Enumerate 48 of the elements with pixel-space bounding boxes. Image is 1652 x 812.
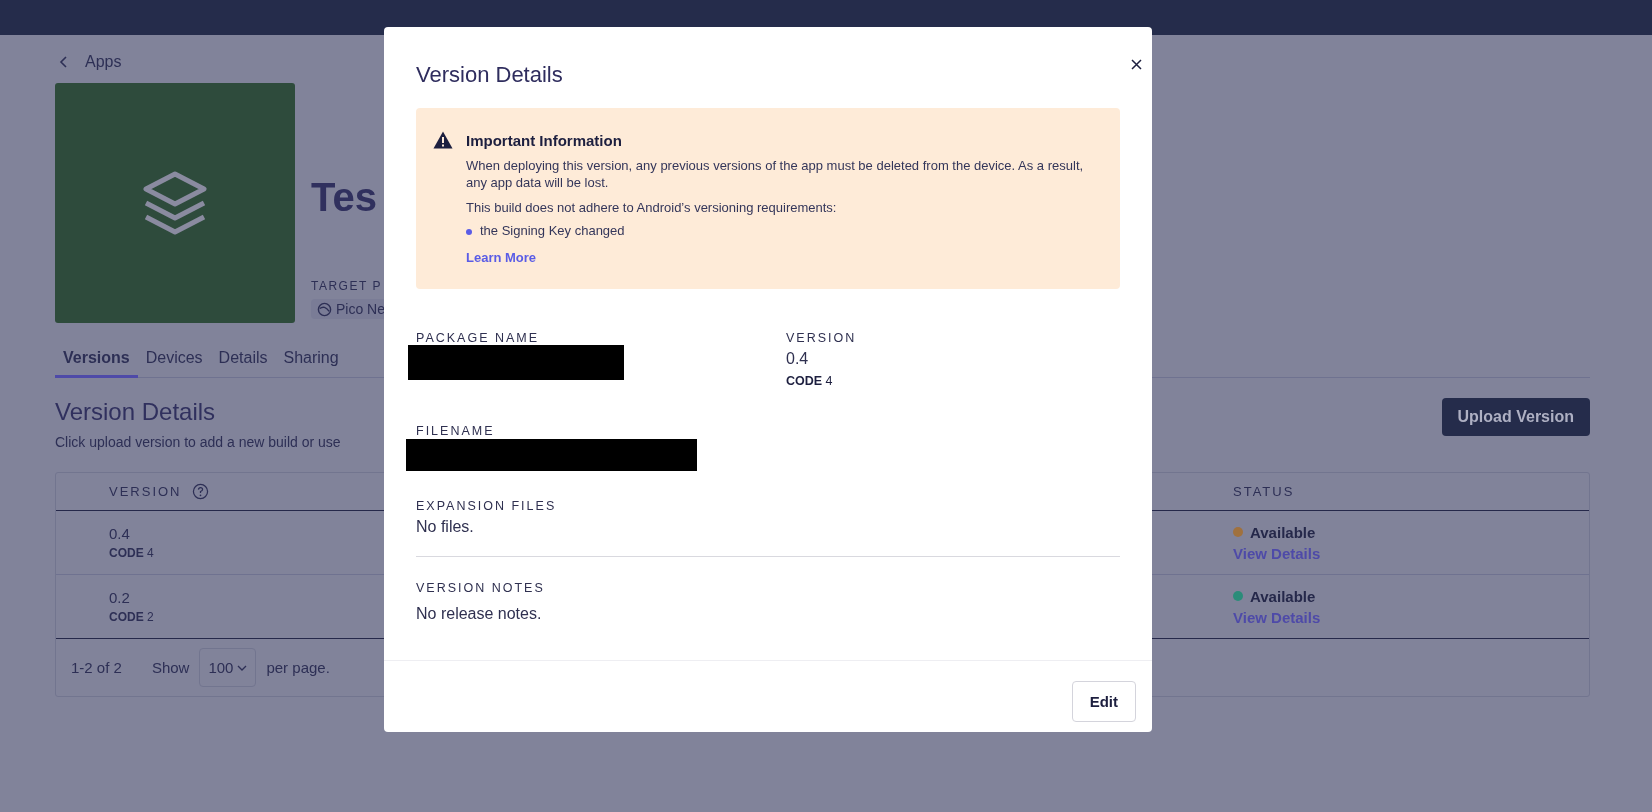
tab[interactable]: Devices — [137, 343, 211, 378]
field-label: PACKAGE NAME — [416, 331, 541, 345]
version-number: 0.2 — [109, 589, 130, 606]
tab[interactable]: Versions — [55, 343, 138, 378]
view-details-link[interactable]: View Details — [1233, 608, 1321, 626]
caret-icon — [237, 664, 248, 671]
section-title: Version Details — [55, 398, 217, 426]
view-details-link[interactable]: View Details — [1233, 544, 1321, 562]
show-label: Show — [151, 659, 190, 676]
warning-text: This build does not adhere to Android’s versioning requirements: — [466, 199, 838, 216]
field-label: FILENAME — [416, 424, 496, 438]
version-code: CODE 4 — [109, 546, 154, 560]
field-label: VERSION — [786, 331, 858, 345]
warning-icon — [433, 131, 453, 149]
warning-text: When deploying this version, any previous versions of the app must be deleted from the device. As a result, any app data will be lost. — [466, 157, 1085, 191]
status-text: Available — [1250, 587, 1316, 605]
version-value: 0.4 — [786, 350, 810, 368]
bullet-dot — [466, 229, 472, 235]
tab[interactable]: Details — [210, 343, 276, 378]
version-code: CODE 2 — [109, 610, 154, 624]
warning-title: Important Information — [466, 132, 623, 149]
field-label: VERSION NOTES — [416, 581, 546, 595]
tab[interactable]: Sharing — [275, 343, 347, 378]
version-code: CODE 4 — [786, 374, 834, 388]
column-header: STATUS — [1233, 484, 1295, 499]
column-header: VERSION — [109, 484, 182, 499]
per-page-label: per page. — [266, 659, 330, 676]
version-notes-value: No release notes. — [416, 605, 543, 623]
learn-more-link[interactable]: Learn More — [466, 250, 1102, 265]
edit-button[interactable]: Edit — [1071, 681, 1136, 722]
layers-icon — [142, 170, 208, 236]
target-label: TARGET P — [311, 279, 383, 293]
close-icon[interactable] — [1131, 59, 1142, 70]
section-description: Click upload version to add a new build or use — [55, 434, 341, 450]
app-title: Tes — [311, 175, 378, 221]
status-text: Available — [1250, 523, 1316, 541]
version-number: 0.4 — [109, 525, 130, 542]
per-page-select[interactable]: 100 — [199, 648, 257, 687]
dialog-title: Version Details — [416, 62, 563, 88]
bullet-text: the Signing Key changed — [480, 223, 625, 238]
expansion-files-value: No files. — [416, 518, 475, 536]
field-label: EXPANSION FILES — [416, 499, 558, 513]
help-icon[interactable] — [191, 483, 209, 500]
pagination-range: 1-2 of 2 — [71, 659, 122, 676]
apps-link[interactable]: Apps — [85, 53, 122, 71]
back-chevron-icon[interactable] — [59, 56, 69, 68]
upload-version-button[interactable]: Upload Version — [1441, 398, 1590, 436]
platform-name: Pico Ne — [336, 301, 386, 317]
